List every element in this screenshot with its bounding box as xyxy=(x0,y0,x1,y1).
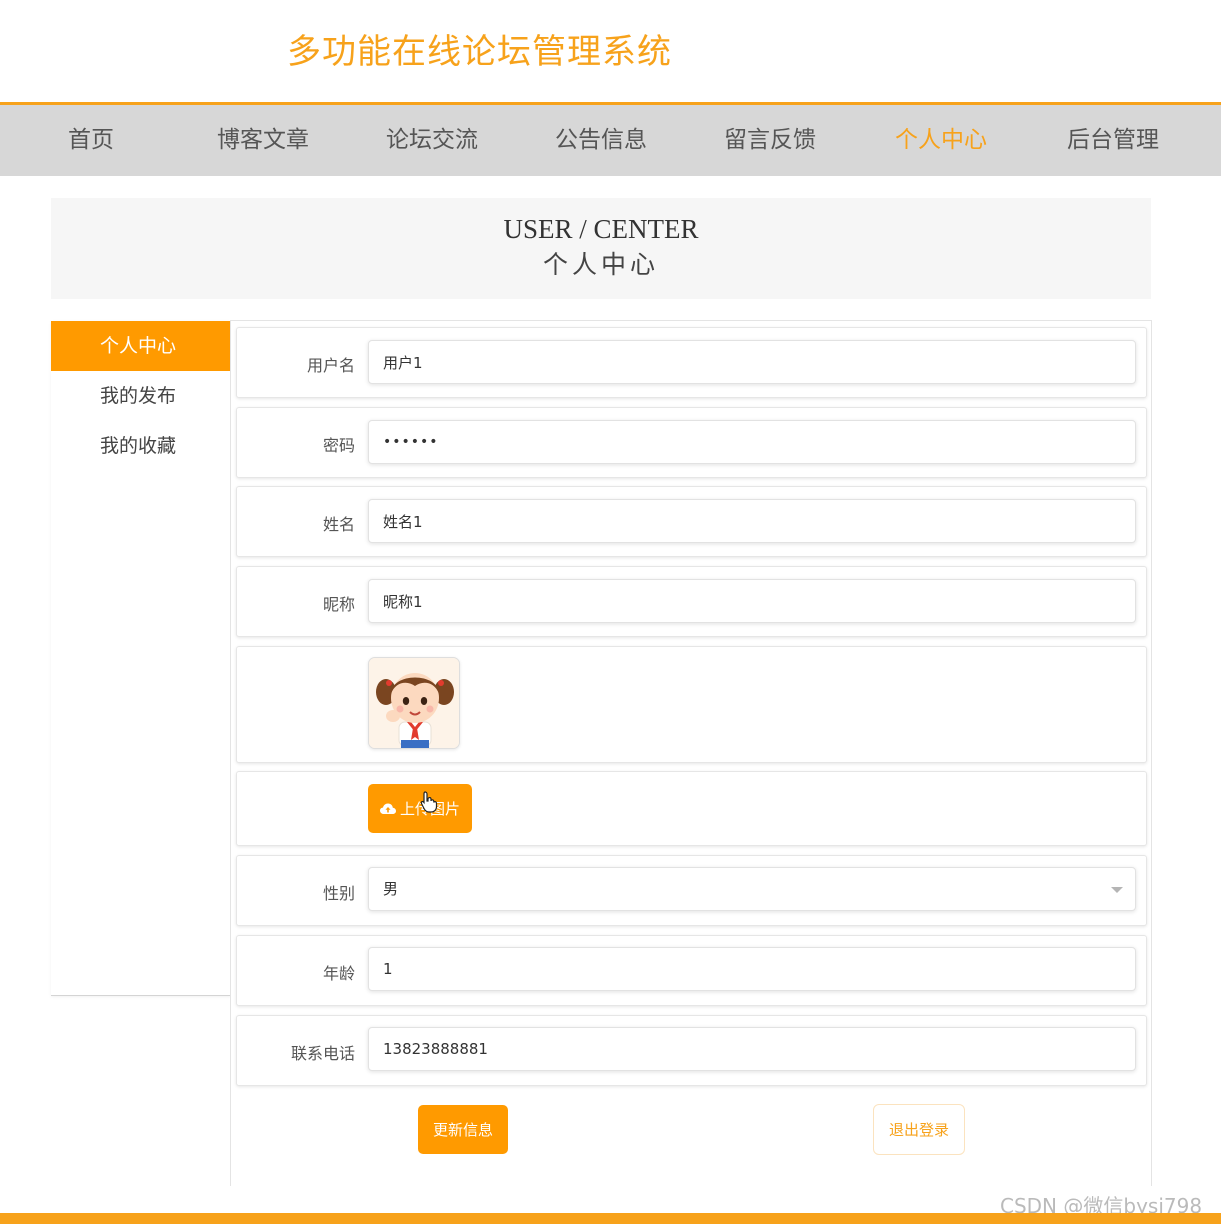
nickname-input[interactable] xyxy=(368,579,1136,623)
phone-input[interactable] xyxy=(368,1027,1136,1071)
name-label: 姓名 xyxy=(322,515,355,534)
age-label: 年龄 xyxy=(322,964,355,983)
avatar[interactable] xyxy=(368,657,460,749)
nav-item-user-center[interactable]: 个人中心 xyxy=(895,105,987,176)
nav-item-forum[interactable]: 论坛交流 xyxy=(386,105,478,176)
sidebar-item-my-posts[interactable]: 我的发布 xyxy=(51,371,231,421)
logout-button[interactable]: 退出登录 xyxy=(873,1104,965,1155)
avatar-girl-icon xyxy=(369,658,459,748)
phone-label: 联系电话 xyxy=(290,1044,355,1063)
sidebar-item-user-center[interactable]: 个人中心 xyxy=(51,321,231,371)
sidebar-item-my-favorites[interactable]: 我的收藏 xyxy=(51,421,231,471)
banner-title-en: USER / CENTER xyxy=(503,214,699,244)
sidebar-menu: 个人中心 我的发布 我的收藏 xyxy=(51,321,231,996)
main-navbar: 首页 博客文章 论坛交流 公告信息 留言反馈 个人中心 后台管理 xyxy=(0,102,1221,176)
form-row-username: 用户名 xyxy=(236,327,1147,398)
upload-image-label: 上传图片 xyxy=(399,800,460,818)
upload-image-button[interactable]: 上传图片 xyxy=(368,784,472,833)
name-input[interactable] xyxy=(368,499,1136,543)
nav-item-notice[interactable]: 公告信息 xyxy=(555,105,647,176)
age-input[interactable] xyxy=(368,947,1136,991)
username-input[interactable] xyxy=(368,340,1136,384)
footer-bar xyxy=(0,1213,1221,1224)
nav-item-blog[interactable]: 博客文章 xyxy=(217,105,309,176)
form-row-password: 密码 xyxy=(236,407,1147,478)
gender-select[interactable]: 男 xyxy=(368,867,1136,911)
form-row-phone: 联系电话 xyxy=(236,1015,1147,1086)
form-row-age: 年龄 xyxy=(236,935,1147,1006)
gender-label: 性别 xyxy=(322,884,355,903)
form-row-gender: 性别 男 xyxy=(236,855,1147,926)
gender-selected-value: 男 xyxy=(383,880,399,898)
nav-item-admin[interactable]: 后台管理 xyxy=(1067,105,1159,176)
update-info-button[interactable]: 更新信息 xyxy=(418,1105,508,1154)
form-row-avatar xyxy=(236,646,1147,763)
nickname-label: 昵称 xyxy=(322,595,355,614)
form-row-upload: 上传图片 xyxy=(236,771,1147,846)
page-banner: USER / CENTER 个人中心 xyxy=(51,198,1151,299)
form-row-nickname: 昵称 xyxy=(236,566,1147,637)
profile-form: 用户名 密码 姓名 昵称 xyxy=(230,320,1152,1186)
nav-item-home[interactable]: 首页 xyxy=(68,105,114,176)
nav-item-feedback[interactable]: 留言反馈 xyxy=(724,105,816,176)
chevron-down-icon xyxy=(1111,887,1123,893)
cloud-upload-icon xyxy=(379,803,396,814)
banner-title-cn: 个人中心 xyxy=(542,250,659,279)
password-label: 密码 xyxy=(322,436,355,455)
password-input[interactable] xyxy=(368,420,1136,464)
username-label: 用户名 xyxy=(306,356,355,375)
site-title: 多功能在线论坛管理系统 xyxy=(287,32,672,72)
form-row-name: 姓名 xyxy=(236,486,1147,557)
